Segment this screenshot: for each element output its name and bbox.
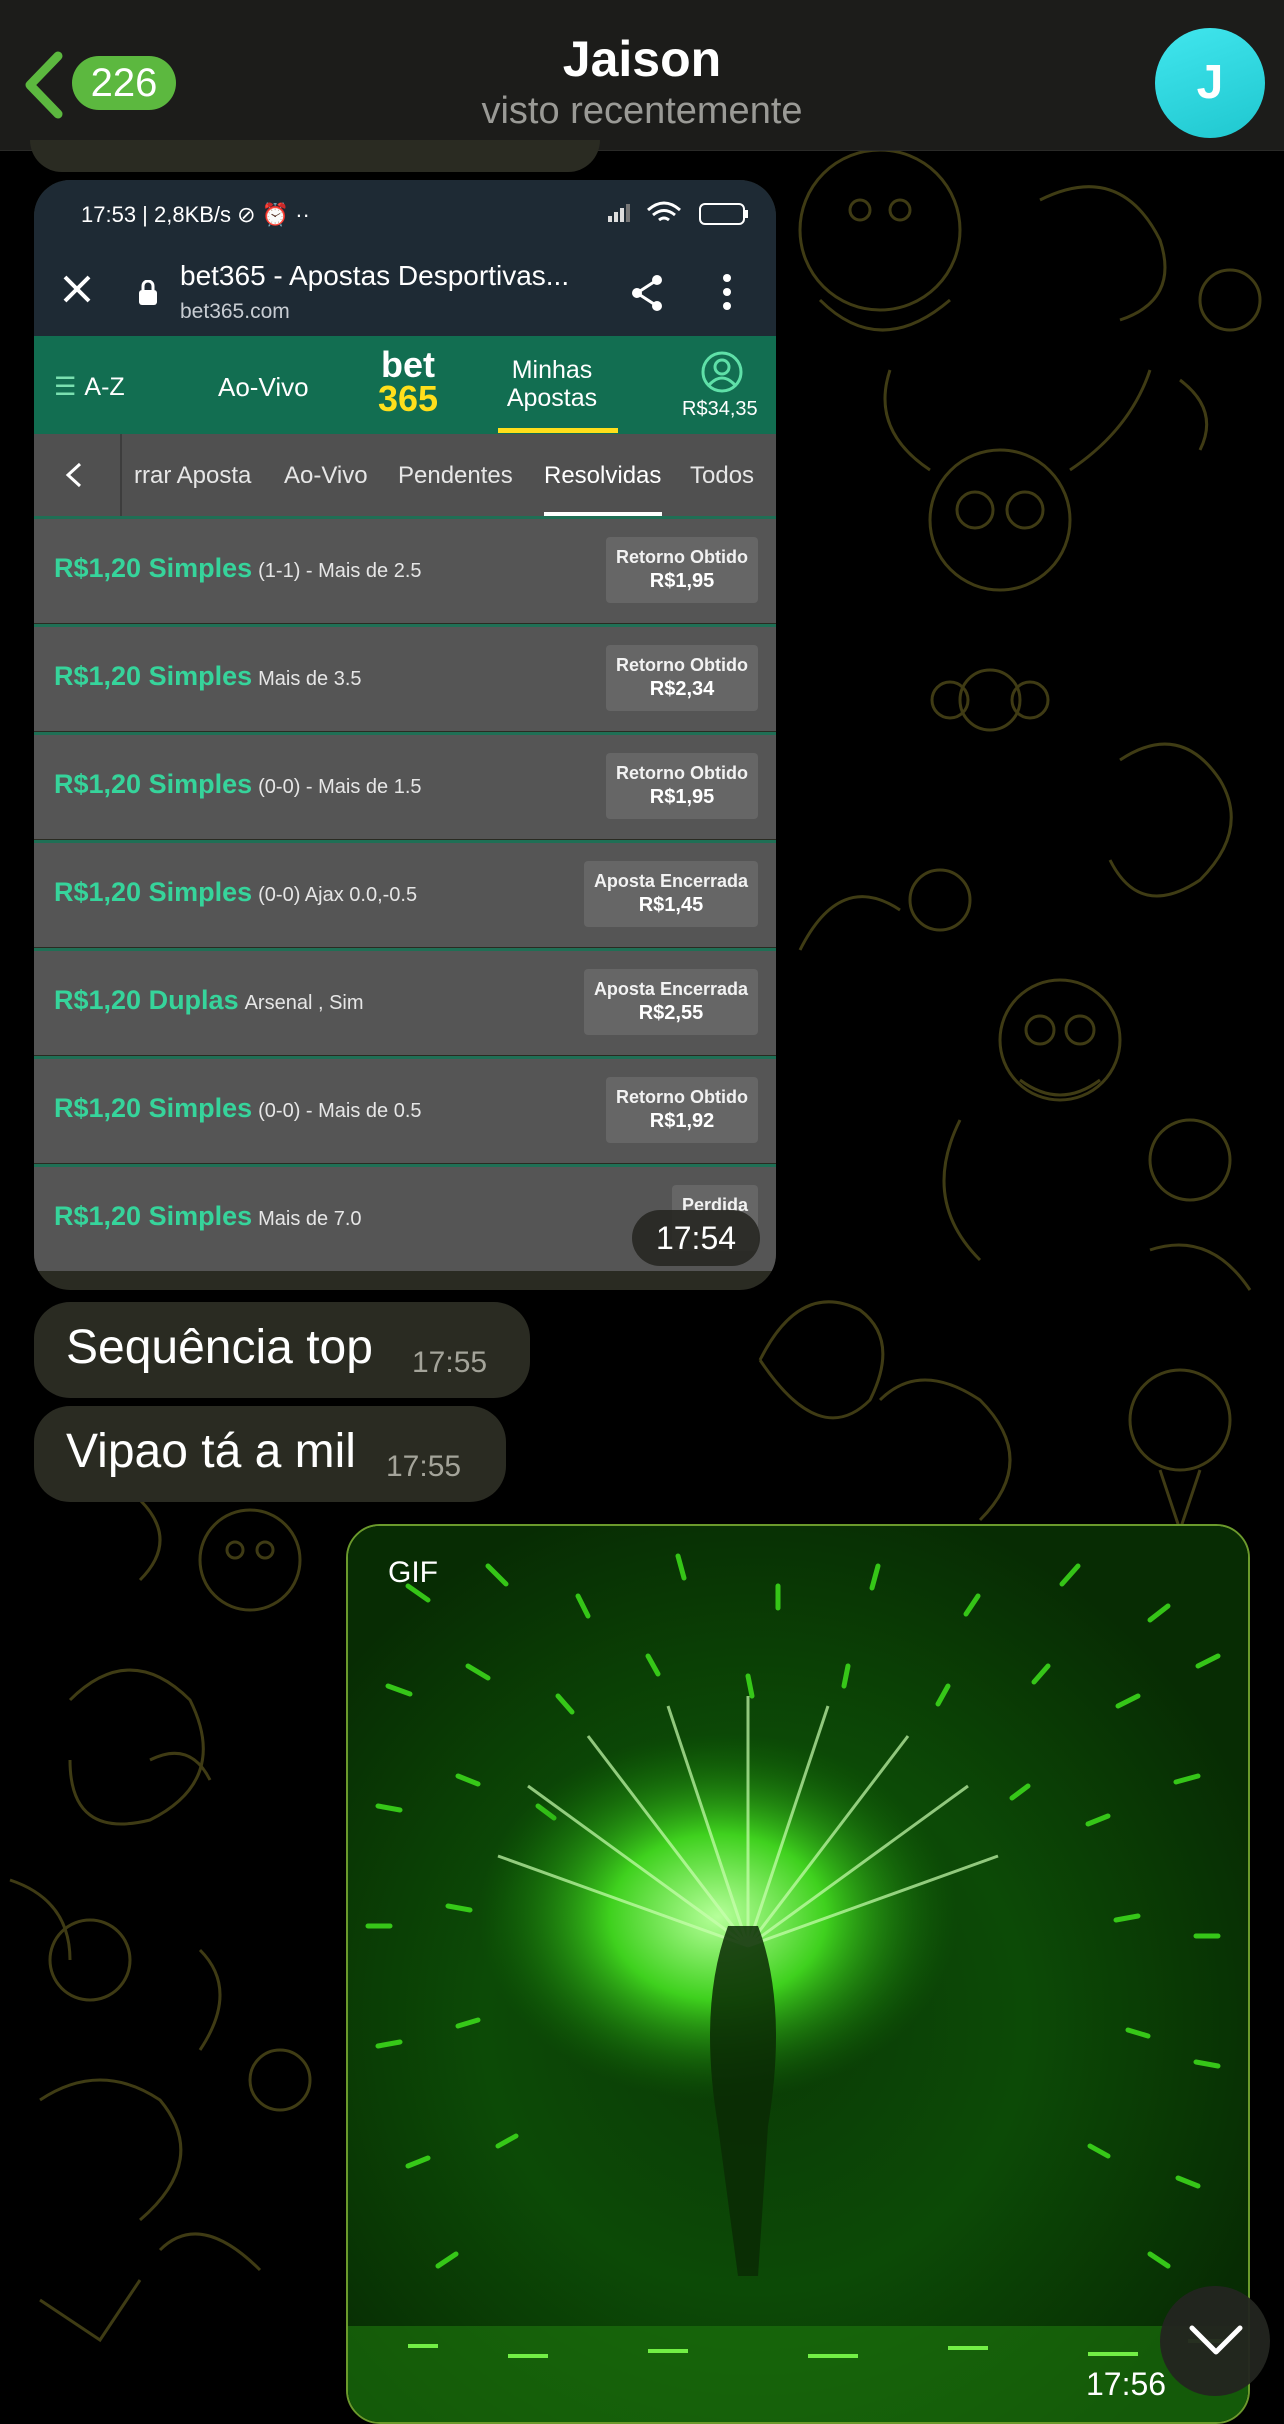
tab-pendentes[interactable]: Pendentes [398,462,513,490]
gif-label: GIF [388,1556,438,1589]
bet-result-status: Retorno Obtido [616,763,748,783]
account-balance[interactable]: R$34,35 [682,398,758,421]
bet-description: (0-0) - Mais de 0.5 [258,1100,422,1122]
bet-description: (0-0) Ajax 0.0,-0.5 [258,884,418,906]
tab-todos[interactable]: Todos [690,462,754,490]
incoming-message[interactable]: Sequência top 17:55 [34,1302,530,1398]
nav-az[interactable]: ☰ A-Z [54,372,125,402]
message-text: Sequência top [66,1321,373,1374]
more-vertical-icon[interactable] [722,274,732,310]
bet-result-status: Retorno Obtido [616,1087,748,1107]
bet-result-status: Aposta Encerrada [593,979,748,999]
bet-row[interactable]: R$1,20 Simples (0-0) - Mais de 1.5 Retorn… [34,732,776,839]
bet-result-box: Retorno Obtido R$2,34 [606,645,758,711]
browser-url: bet365.com [180,300,290,323]
status-bar-time: 17:53 | 2,8KB/s ⊘ ⏰ ·· [81,202,310,227]
bet365-screenshot: 17:53 | 2,8KB/s ⊘ ⏰ ·· bet365 - Apostas … [34,180,776,1290]
bet-result-box: Retorno Obtido R$1,95 [606,537,758,603]
previous-message-bubble [30,140,600,172]
bet-result-box: Aposta Encerrada R$2,55 [583,969,758,1035]
bet-stake: R$1,20 Duplas [54,985,239,1015]
browser-bar: bet365 - Apostas Desportivas... bet365.c… [34,244,776,336]
tab-resolvidas[interactable]: Resolvidas [544,462,661,490]
bet-row[interactable]: R$1,20 Simples Mais de 3.5 Retorno Obtido… [34,624,776,731]
bet365-nav-bar: ☰ A-Z Ao-Vivo bet 365 Minhas Apostas R$34… [34,336,776,434]
nav-ao-vivo[interactable]: Ao-Vivo [218,372,309,403]
chevron-left-icon [65,462,82,488]
chevron-down-icon [1189,2325,1243,2355]
nav-minhas-apostas[interactable]: Minhas Apostas [492,356,612,412]
incoming-message[interactable]: Vipao tá a mil 17:55 [34,1406,506,1502]
gif-image [348,1526,1248,2422]
screenshot-message[interactable]: 17:53 | 2,8KB/s ⊘ ⏰ ·· bet365 - Apostas … [34,180,776,1290]
chat-header: 226 Jaison visto recentemente J [0,0,1284,151]
close-icon[interactable] [62,274,92,304]
share-icon[interactable] [630,274,664,312]
message-time: 17:56 [1086,2366,1167,2402]
bet-result-box: Retorno Obtido R$1,92 [606,1077,758,1143]
bet-result-amount: R$1,45 [638,894,704,916]
bet-description: (1-1) - Mais de 2.5 [258,560,422,582]
avatar[interactable]: J [1155,28,1265,138]
bet-stake: R$1,20 Simples [54,553,253,583]
bet-row[interactable]: R$1,20 Simples (0-0) Ajax 0.0,-0.5 Aposta… [34,840,776,947]
bet-result-amount: R$1,92 [649,1110,715,1132]
bet-result-status: Retorno Obtido [616,655,748,675]
bet-row[interactable]: R$1,20 Simples (1-1) - Mais de 2.5 Retorn… [34,516,776,623]
chat-title[interactable]: Jaison [0,30,1284,88]
bet-row[interactable]: R$1,20 Simples (0-0) - Mais de 0.5 Retorn… [34,1056,776,1163]
user-icon[interactable] [700,350,744,394]
bet-description: Arsenal , Sim [244,992,364,1014]
menu-icon: ☰ [54,373,77,401]
tab-encerrar-aposta[interactable]: rrar Aposta [134,462,251,490]
bet-result-status: Retorno Obtido [616,547,748,567]
status-bar-icons [604,198,754,234]
bet-description: Mais de 3.5 [258,668,362,690]
bet-result-amount: R$2,34 [649,678,715,700]
bet-stake: R$1,20 Simples [54,877,253,907]
signal-icon [608,201,748,225]
tabs-scroll-back[interactable] [34,434,122,516]
message-time: 17:55 [386,1450,462,1483]
bet-filter-tabs: rrar Aposta Ao-Vivo Pendentes Resolvidas… [34,434,776,516]
lock-icon [139,280,157,305]
scroll-to-bottom-button[interactable] [1160,2286,1270,2396]
bet-result-box: Aposta Encerrada R$1,45 [583,861,758,927]
browser-page-title: bet365 - Apostas Desportivas... [180,260,570,291]
nav-minhas-line2: Apostas [506,384,598,412]
bet-stake: R$1,20 Simples [54,661,253,691]
message-time: 17:54 [632,1210,760,1266]
gif-message[interactable]: GIF 17:56 [346,1524,1250,2424]
message-text: Vipao tá a mil [66,1425,356,1478]
bet-result-status: Aposta Encerrada [593,871,748,891]
bet-stake: R$1,20 Simples [54,1093,253,1123]
bet-result-box: Retorno Obtido R$1,95 [606,753,758,819]
bet-description: Mais de 7.0 [258,1208,362,1230]
phone-status-bar: 17:53 | 2,8KB/s ⊘ ⏰ ·· [34,180,776,244]
bet-result-amount: R$1,95 [649,786,715,808]
logo-bet: bet [381,344,435,385]
bet-description: (0-0) - Mais de 1.5 [258,776,422,798]
nav-az-label: A-Z [84,373,125,401]
logo-365: 365 [377,378,439,419]
nav-minhas-line1: Minhas [511,356,593,384]
nav-active-indicator [498,428,618,433]
tab-ao-vivo[interactable]: Ao-Vivo [284,462,368,490]
message-time: 17:55 [412,1346,488,1379]
bet-row[interactable]: R$1,20 Duplas Arsenal , Sim Aposta Encerr… [34,948,776,1055]
bet365-logo[interactable]: bet 365 [372,344,444,419]
chat-status: visto recentemente [481,90,803,132]
bet-result-amount: R$1,95 [649,570,715,592]
bet-result-amount: R$2,55 [638,1002,704,1024]
bet-stake: R$1,20 Simples [54,1201,253,1231]
bet-stake: R$1,20 Simples [54,769,253,799]
